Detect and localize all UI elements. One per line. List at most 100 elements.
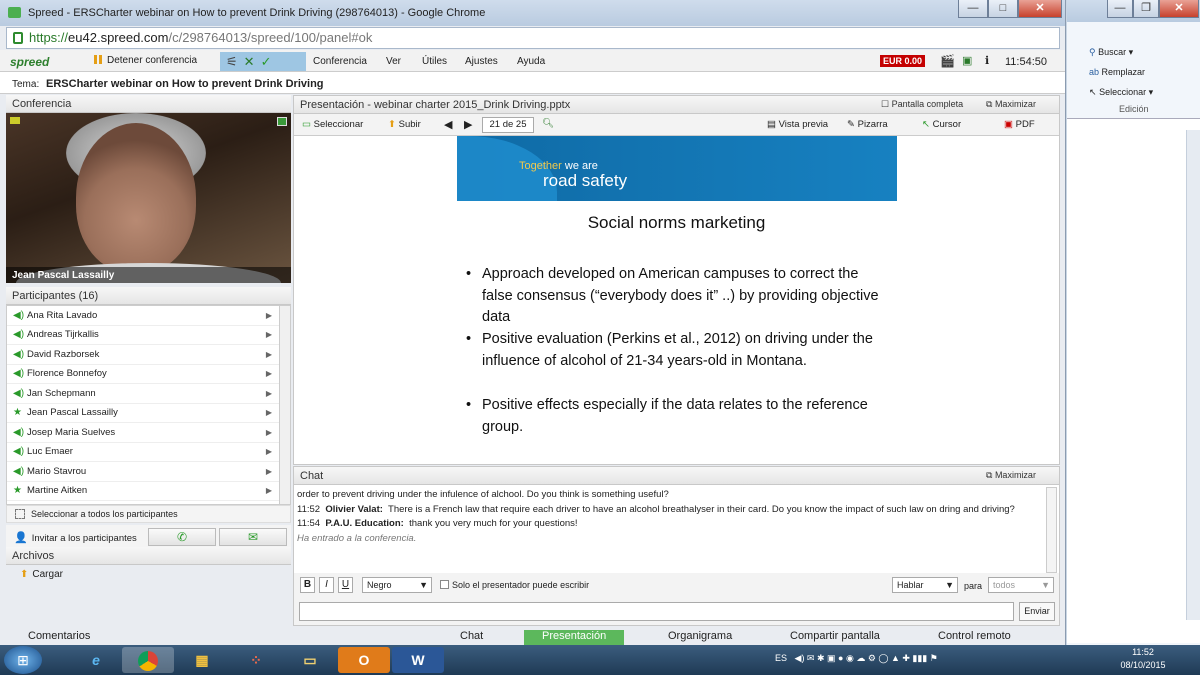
stop-conference-button[interactable]: Detener conferencia <box>88 53 218 70</box>
pdf-button[interactable]: ▣ PDF <box>1004 119 1035 130</box>
participant-row[interactable]: ◀) Jan Schepmann ▶ <box>7 384 290 404</box>
tab-chat[interactable]: Chat <box>460 630 483 645</box>
dropdown-arrow-icon: ▼ <box>1041 580 1050 590</box>
mute-icon[interactable]: ⚟ <box>226 54 238 70</box>
video-expand-icon[interactable] <box>277 117 287 126</box>
word-select-button[interactable]: ↖ Seleccionar ▾ <box>1089 87 1153 98</box>
taskbar-outlook-icon[interactable]: O <box>338 647 390 673</box>
taskbar-word-icon[interactable]: W <box>392 647 444 673</box>
taskbar-app-icon[interactable]: ▦ <box>176 647 228 673</box>
screen-icon[interactable]: ▣ <box>962 54 972 67</box>
participant-row[interactable]: ◀) Florence Bonnefoy ▶ <box>7 365 290 384</box>
maximize-button[interactable]: □ <box>988 0 1018 18</box>
word-restore-button[interactable]: ❐ <box>1133 0 1159 18</box>
fullscreen-button[interactable]: ☐ Pantalla completa <box>881 99 963 110</box>
lock-icon <box>13 32 23 44</box>
tab-compartir-pantalla[interactable]: Compartir pantalla <box>790 630 880 645</box>
participant-row[interactable]: ★ Martine Aitken ▶ <box>7 482 290 501</box>
underline-button[interactable]: U <box>338 577 353 593</box>
menu-utiles[interactable]: Útiles <box>422 56 447 67</box>
word-minimize-button[interactable]: — <box>1107 0 1133 18</box>
menu-conferencia[interactable]: Conferencia <box>313 56 367 67</box>
chat-input[interactable] <box>299 602 1014 621</box>
preview-icon: ▤ <box>767 119 776 130</box>
select-tool-label: Seleccionar <box>313 119 364 130</box>
chat-log: order to prevent driving under the inful… <box>294 485 1046 565</box>
expand-arrow-icon[interactable]: ▶ <box>266 408 272 417</box>
participants-scrollbar[interactable] <box>279 306 290 504</box>
expand-arrow-icon[interactable]: ▶ <box>266 428 272 437</box>
preview-button[interactable]: ▤ Vista previa <box>767 119 828 130</box>
menu-ver[interactable]: Ver <box>386 56 401 67</box>
participant-row[interactable]: ◀) Mario Stavrou ▶ <box>7 462 290 482</box>
bold-button[interactable]: B <box>300 577 315 593</box>
expand-arrow-icon[interactable]: ▶ <box>266 467 272 476</box>
tab-organigrama[interactable]: Organigrama <box>668 630 732 645</box>
tab-control-remoto[interactable]: Control remoto <box>938 630 1011 645</box>
expand-arrow-icon[interactable]: ▶ <box>266 486 272 495</box>
menu-ajustes[interactable]: Ajustes <box>465 56 498 67</box>
word-find-button[interactable]: ⚲ Buscar ▾ <box>1089 47 1133 58</box>
minimize-button[interactable]: — <box>958 0 988 18</box>
participant-row[interactable]: ★ Jean Pascal Lassailly ▶ <box>7 404 290 423</box>
taskbar-grid-icon[interactable]: ⁘ <box>230 647 282 673</box>
maximize-presentation-button[interactable]: ⧉ Maximizar <box>986 99 1036 110</box>
word-close-button[interactable]: ✕ <box>1159 0 1199 18</box>
next-slide-button[interactable]: ▶ <box>464 118 472 131</box>
maximize-chat-button[interactable]: ⧉ Maximizar <box>986 470 1036 481</box>
phone-icon[interactable]: ✓ <box>261 54 272 70</box>
expand-arrow-icon[interactable]: ▶ <box>266 447 272 456</box>
info-icon[interactable]: ℹ <box>985 54 989 67</box>
participant-row[interactable]: ◀) David Razborsek ▶ <box>7 345 290 365</box>
whiteboard-button[interactable]: ✎ Pizarra <box>847 119 888 130</box>
participant-row[interactable]: ◀) Josep Maria Suelves ▶ <box>7 423 290 443</box>
chat-scrollbar[interactable] <box>1046 487 1057 573</box>
participant-row[interactable]: ◀) Ana Rita Lavado ▶ <box>7 306 290 326</box>
slide-page-input[interactable]: 21 de 25 <box>482 117 534 133</box>
balance-badge[interactable]: EUR 0.00 <box>880 55 926 67</box>
expand-arrow-icon[interactable]: ▶ <box>266 389 272 398</box>
cursor-button[interactable]: ↖ Cursor <box>922 119 961 130</box>
start-button[interactable]: ⊞ <box>4 646 42 674</box>
upload-button[interactable]: ⬆ Cargar <box>6 565 291 585</box>
taskbar-clock[interactable]: 11:52 08/10/2015 <box>1118 646 1168 672</box>
expand-arrow-icon[interactable]: ▶ <box>266 369 272 378</box>
tools-icon[interactable]: ✕ <box>244 54 255 70</box>
invite-label[interactable]: Invitar a los participantes <box>32 533 137 544</box>
word-replace-button[interactable]: ab Remplazar <box>1089 67 1145 77</box>
expand-arrow-icon[interactable]: ▶ <box>266 330 272 339</box>
language-indicator[interactable]: ES <box>775 653 787 663</box>
mail-button[interactable]: ✉ <box>219 528 287 546</box>
recipient-select[interactable]: todos ▼ <box>988 577 1054 593</box>
taskbar-folder-icon[interactable]: ▭ <box>284 647 336 673</box>
italic-button[interactable]: I <box>319 577 334 593</box>
word-scrollbar[interactable] <box>1186 130 1200 620</box>
expand-arrow-icon[interactable]: ▶ <box>266 350 272 359</box>
taskbar-chrome-icon[interactable] <box>122 647 174 673</box>
pdf-icon: ▣ <box>1004 119 1013 130</box>
tab-comentarios[interactable]: Comentarios <box>28 630 90 645</box>
address-bar[interactable]: https://eu42.spreed.com/c/298764013/spre… <box>6 27 1060 49</box>
expand-arrow-icon[interactable]: ▶ <box>266 311 272 320</box>
clapper-icon[interactable]: 🎬 <box>940 54 955 68</box>
whiteboard-label: Pizarra <box>857 119 888 130</box>
menu-ayuda[interactable]: Ayuda <box>517 56 545 67</box>
tab-presentacion[interactable]: Presentación <box>524 630 625 645</box>
select-all-participants[interactable]: Seleccionar a todos los participantes <box>6 505 291 523</box>
participant-row[interactable]: ◀) Andreas Tijrkallis ▶ <box>7 326 290 345</box>
send-button[interactable]: Enviar <box>1019 602 1055 621</box>
presenter-only-checkbox[interactable] <box>440 580 449 589</box>
upload-tool-button[interactable]: ⬆ Subir <box>388 119 421 130</box>
chat-header: Chat ⧉ Maximizar <box>294 467 1059 485</box>
participant-row[interactable]: ◀) Luc Emaer ▶ <box>7 443 290 462</box>
call-button[interactable]: ✆ <box>148 528 216 546</box>
chat-mode-select[interactable]: Hablar ▼ <box>892 577 958 593</box>
select-tool-button[interactable]: ▭ Seleccionar <box>302 119 363 130</box>
prev-slide-button[interactable]: ◀ <box>444 118 452 131</box>
search-icon[interactable]: 🔍︎ <box>542 118 554 129</box>
select-all-checkbox-icon <box>15 509 25 519</box>
presenter-only-toggle[interactable]: Solo el presentador puede escribir <box>440 580 589 590</box>
taskbar-ie-icon[interactable]: e <box>70 647 122 673</box>
close-button[interactable]: ✕ <box>1018 0 1062 18</box>
font-color-select[interactable]: Negro ▼ <box>362 577 432 593</box>
